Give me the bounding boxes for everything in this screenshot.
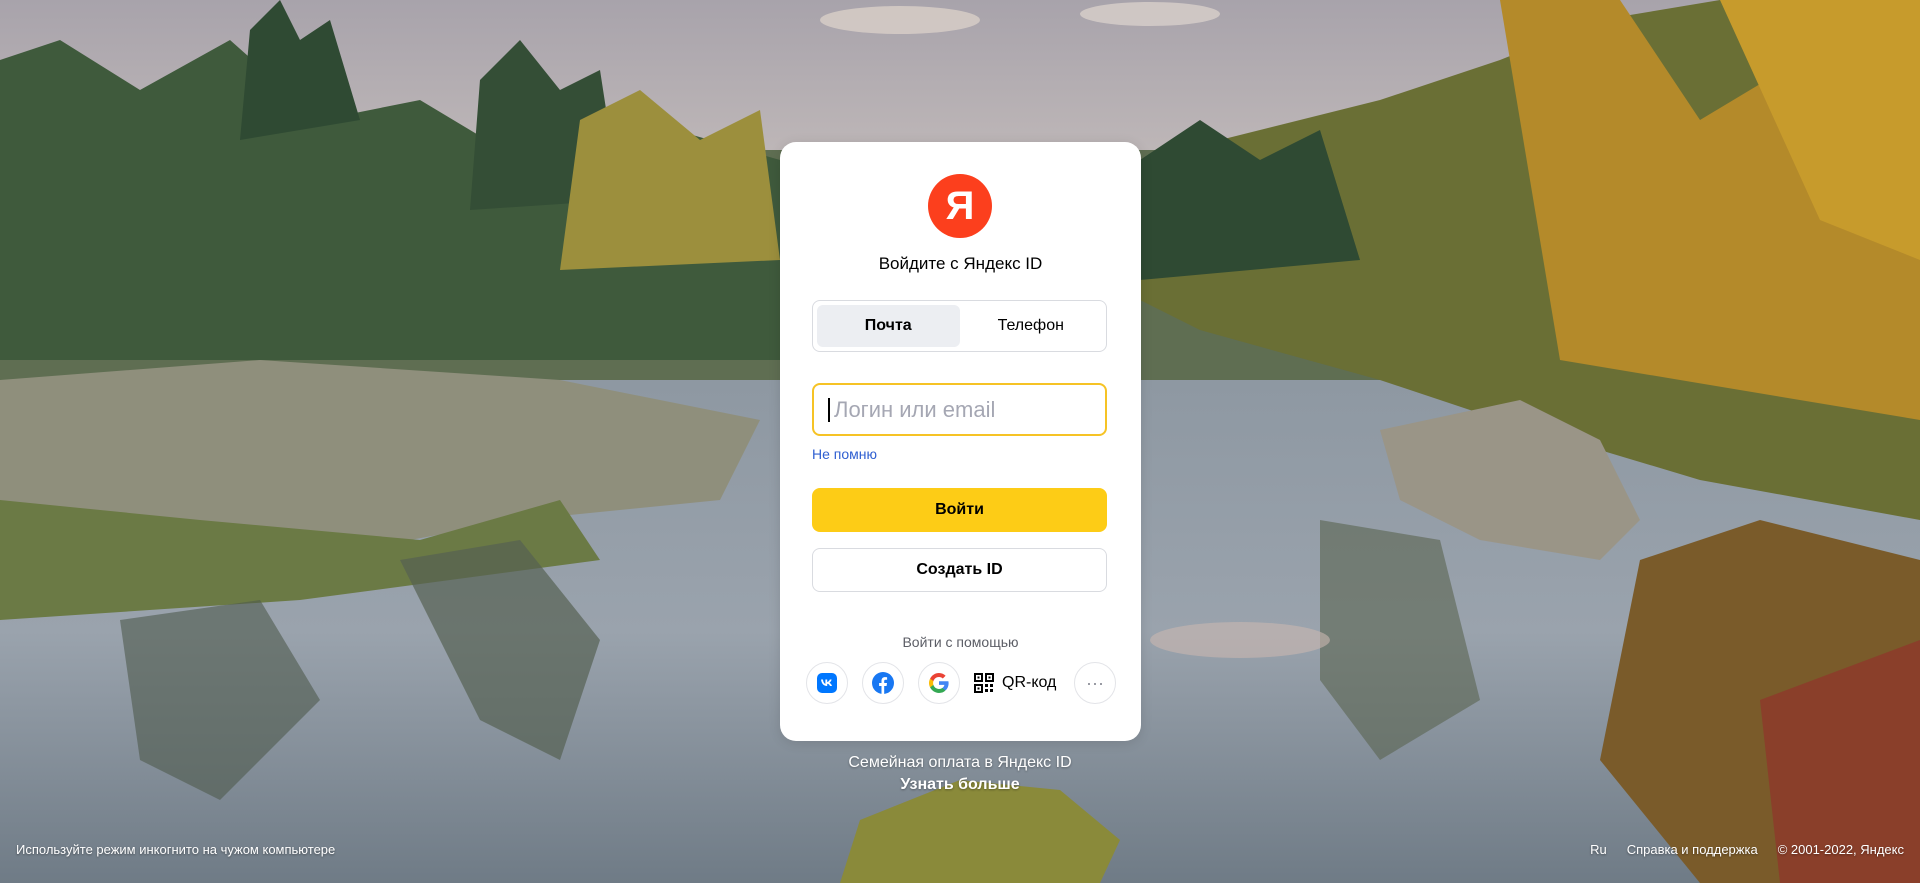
login-button[interactable]: Войти	[812, 488, 1107, 532]
qr-login-label: QR-код	[1002, 674, 1057, 691]
help-link[interactable]: Справка и поддержка	[1627, 842, 1758, 857]
language-switcher[interactable]: Ru	[1590, 842, 1607, 857]
vk-icon	[817, 673, 837, 693]
tab-email[interactable]: Почта	[817, 305, 960, 347]
social-login-label: Войти с помощью	[902, 634, 1019, 650]
copyright-text: © 2001-2022, Яндекс	[1777, 842, 1904, 857]
qr-code-icon	[974, 673, 994, 693]
footer-links: Ru Справка и поддержка © 2001-2022, Янде…	[1590, 842, 1904, 857]
google-icon	[929, 673, 949, 693]
login-title: Войдите с Яндекс ID	[878, 254, 1043, 273]
facebook-login-button[interactable]	[862, 662, 904, 704]
yandex-logo-letter: Я	[945, 184, 975, 228]
create-id-button[interactable]: Создать ID	[812, 548, 1107, 592]
promo-block: Семейная оплата в Яндекс ID Узнать больш…	[0, 754, 1920, 794]
tab-phone[interactable]: Телефон	[960, 305, 1103, 347]
facebook-icon	[872, 672, 894, 694]
yandex-logo: Я	[928, 174, 992, 238]
text-caret	[828, 397, 830, 422]
login-input[interactable]	[832, 395, 1096, 424]
google-login-button[interactable]	[918, 662, 960, 704]
incognito-hint: Используйте режим инкогнито на чужом ком…	[16, 842, 336, 857]
qr-login-button[interactable]: QR-код	[974, 662, 1056, 704]
promo-learn-more-link[interactable]: Узнать больше	[0, 776, 1920, 794]
login-method-tabs: Почта Телефон	[812, 300, 1107, 352]
more-dots-icon: ···	[1086, 672, 1104, 693]
promo-text: Семейная оплата в Яндекс ID	[848, 754, 1072, 771]
vk-login-button[interactable]	[806, 662, 848, 704]
social-login-buttons: QR-код ···	[806, 662, 1116, 706]
login-card: Я Войдите с Яндекс ID Почта Телефон Не п…	[780, 142, 1141, 741]
forgot-login-link[interactable]: Не помню	[812, 446, 877, 462]
more-login-options-button[interactable]: ···	[1074, 662, 1116, 704]
login-input-wrapper	[812, 383, 1107, 436]
